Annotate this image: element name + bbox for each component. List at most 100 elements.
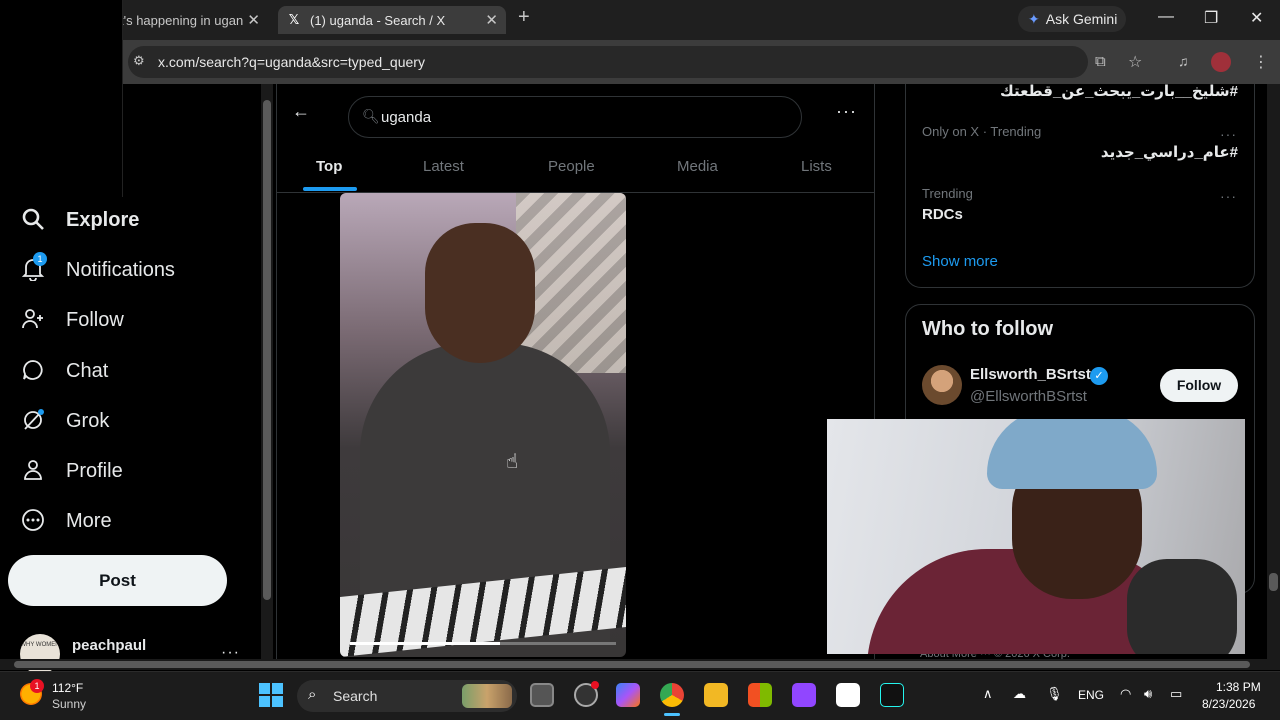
tab-lists[interactable]: Lists: [801, 158, 832, 175]
nav-profile[interactable]: Profile: [20, 451, 123, 491]
close-tab-icon[interactable]: ✕: [485, 11, 498, 29]
grok-icon: [20, 408, 46, 434]
url-text[interactable]: x.com/search?q=uganda&src=typed_query: [158, 54, 425, 70]
battery-icon[interactable]: ▭: [1170, 686, 1182, 702]
tab-media[interactable]: Media: [677, 158, 718, 175]
follow-button[interactable]: Follow: [1160, 369, 1238, 402]
trend-name[interactable]: RDCs: [922, 206, 963, 223]
browser-tab-2[interactable]: 𝕏 (1) uganda - Search / X ✕: [278, 6, 506, 34]
new-tab-icon[interactable]: +: [518, 6, 530, 29]
search-icon: 🔍︎: [362, 108, 380, 124]
chat-icon: [20, 358, 46, 384]
person-icon: [20, 458, 46, 484]
install-app-icon[interactable]: ⧉: [1095, 53, 1106, 70]
chrome-icon[interactable]: [660, 683, 684, 707]
right-scrollbar-thumb[interactable]: [1269, 573, 1278, 591]
windows-start-icon[interactable]: [259, 683, 283, 707]
minimize-icon[interactable]: —: [1158, 8, 1174, 26]
onedrive-icon[interactable]: ☁: [1013, 686, 1026, 702]
weather-temperature[interactable]: 112°F: [52, 681, 83, 695]
search-icon: ⌕: [308, 686, 317, 703]
back-arrow-icon[interactable]: ←: [292, 101, 310, 122]
trend-more-icon[interactable]: ···: [1220, 126, 1237, 142]
close-tab-icon[interactable]: ✕: [247, 11, 260, 29]
show-hidden-icons-icon[interactable]: ∧: [983, 686, 993, 702]
tiktok-icon[interactable]: [880, 683, 904, 707]
suggested-user-name[interactable]: Ellsworth_BSrtst: [970, 366, 1091, 383]
ask-gemini-label: Ask Gemini: [1045, 11, 1118, 27]
left-scrollbar-thumb[interactable]: [263, 100, 271, 600]
video-subject-head: [425, 223, 535, 363]
wifi-icon[interactable]: ◠: [1120, 686, 1131, 702]
nav-grok[interactable]: Grok: [20, 401, 109, 441]
nav-label: Follow: [66, 308, 124, 331]
tab-top[interactable]: Top: [316, 158, 342, 175]
search-query[interactable]: uganda: [381, 109, 431, 126]
nav-label: Notifications: [66, 258, 175, 281]
notification-badge: 1: [33, 252, 47, 266]
tab-latest[interactable]: Latest: [423, 158, 464, 175]
twitch-icon[interactable]: [792, 683, 816, 707]
nav-explore[interactable]: Explore: [20, 200, 139, 240]
taskbar-search-label[interactable]: Search: [333, 688, 377, 704]
profile-avatar-icon[interactable]: [1211, 52, 1231, 72]
nav-label: Grok: [66, 409, 110, 432]
microsoft-store-icon[interactable]: [748, 683, 772, 707]
clock-date[interactable]: 8/23/2026: [1202, 697, 1255, 711]
microphone-icon[interactable]: 🎙︎: [1046, 686, 1063, 702]
gemini-icon: ✦: [1028, 10, 1040, 27]
search-highlight-image[interactable]: [462, 684, 512, 708]
tab-title: (1) uganda - Search / X: [310, 13, 446, 28]
tab-people[interactable]: People: [548, 158, 595, 175]
input-language[interactable]: ENG: [1078, 688, 1104, 702]
copilot-icon[interactable]: [616, 683, 640, 707]
suggested-user-avatar[interactable]: [922, 365, 962, 405]
active-app-indicator: [664, 713, 680, 716]
trend-more-icon[interactable]: ···: [1220, 188, 1237, 204]
ask-gemini-button[interactable]: ✦ Ask Gemini: [1018, 6, 1126, 32]
show-more-link[interactable]: Show more: [922, 253, 998, 270]
suggested-user-handle[interactable]: @EllsworthBSrtst: [970, 388, 1087, 405]
browser-menu-icon[interactable]: ⋮: [1253, 52, 1269, 72]
video-progress-fill: [350, 642, 500, 645]
weather-condition[interactable]: Sunny: [52, 697, 86, 711]
active-tab-indicator: [303, 187, 357, 191]
account-name[interactable]: peachpaul: [72, 637, 146, 654]
bookmark-star-icon[interactable]: ☆: [1128, 52, 1142, 72]
overlay-panel: [0, 0, 123, 197]
trend-name[interactable]: #عام_دراسي_جديد: [1101, 143, 1238, 161]
nav-chat[interactable]: Chat: [20, 351, 108, 391]
nav-more[interactable]: More: [20, 501, 112, 541]
close-window-icon[interactable]: ✕: [1250, 8, 1263, 28]
app-notification-dot: [591, 681, 599, 689]
site-info-icon[interactable]: ⚙: [133, 53, 145, 69]
nav-label: Explore: [66, 208, 140, 231]
nav-follow[interactable]: Follow: [20, 300, 124, 340]
person-add-icon: [20, 307, 46, 333]
volume-icon[interactable]: 🔊︎: [1144, 686, 1152, 702]
weather-badge: 1: [30, 679, 44, 693]
nav-label: Chat: [66, 359, 109, 382]
webcam-overlay: [827, 419, 1245, 654]
file-explorer-icon[interactable]: [704, 683, 728, 707]
search-options-icon[interactable]: ···: [836, 101, 857, 122]
webcam-microphone: [1127, 559, 1237, 654]
trend-name[interactable]: #شليخ__بارت_يبحث_عن_قطعتك: [1000, 82, 1238, 100]
more-circle-icon: [20, 508, 46, 534]
clock-time[interactable]: 1:38 PM: [1216, 680, 1261, 694]
trend-context: Only on X · Trending: [922, 124, 1042, 139]
search-icon: [20, 207, 46, 233]
trend-context: Trending: [922, 186, 973, 201]
restore-icon[interactable]: ❐: [1204, 8, 1218, 28]
post-video[interactable]: [340, 193, 626, 657]
hand-cursor-icon: ☝: [506, 451, 519, 473]
verified-badge-icon: ✓: [1090, 367, 1108, 385]
x-logo-icon: 𝕏: [288, 12, 300, 27]
media-control-icon[interactable]: ♫: [1178, 53, 1189, 69]
post-button[interactable]: Post: [8, 555, 227, 606]
horizontal-scrollbar-thumb[interactable]: [14, 661, 1250, 668]
tab-title: t's happening in ugan: [120, 13, 244, 28]
capcut-icon[interactable]: [836, 683, 860, 707]
nav-label: Profile: [66, 459, 123, 482]
task-view-icon[interactable]: [530, 683, 554, 707]
